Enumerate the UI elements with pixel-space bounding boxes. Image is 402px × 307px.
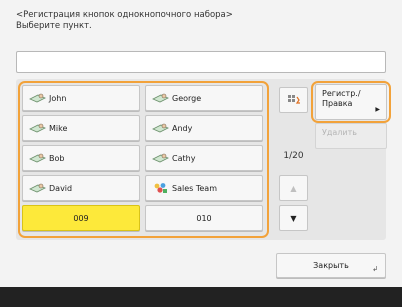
one-touch-label: John <box>49 93 67 103</box>
one-touch-label: Bob <box>49 153 65 163</box>
register-edit-button[interactable]: Регистр./ Правка ▶ <box>315 84 387 120</box>
one-touch-button-9[interactable]: 009 <box>22 205 140 231</box>
one-touch-button-8[interactable]: Sales Team <box>145 175 263 201</box>
triangle-down-icon: ▼ <box>290 213 297 223</box>
one-touch-button-10[interactable]: 010 <box>145 205 263 231</box>
one-touch-button-1[interactable]: John <box>22 85 140 111</box>
person-icon <box>152 123 169 133</box>
group-icon <box>154 183 167 193</box>
sort-icon <box>287 95 300 104</box>
one-touch-label: Andy <box>172 123 193 133</box>
register-edit-label-line2: Правка <box>322 99 353 108</box>
one-touch-label: David <box>49 183 73 193</box>
one-touch-button-3[interactable]: Mike <box>22 115 140 141</box>
page-up-button[interactable]: ▲ <box>279 175 308 201</box>
delete-label: Удалить <box>322 128 357 137</box>
return-icon: ↲ <box>372 265 378 273</box>
one-touch-label: George <box>172 93 202 103</box>
close-label: Закрыть <box>313 261 349 270</box>
one-touch-label: 010 <box>196 213 212 223</box>
one-touch-button-4[interactable]: Andy <box>145 115 263 141</box>
one-touch-label: Mike <box>49 123 68 133</box>
header: <Регистрация кнопок однокнопочного набор… <box>16 10 233 32</box>
triangle-right-icon: ▶ <box>375 106 380 113</box>
person-icon <box>152 93 169 103</box>
one-touch-label: 009 <box>73 213 89 223</box>
person-icon <box>29 153 46 163</box>
one-touch-label: Cathy <box>172 153 196 163</box>
delete-button[interactable]: Удалить <box>315 123 387 149</box>
person-icon <box>152 153 169 163</box>
one-touch-button-6[interactable]: Cathy <box>145 145 263 171</box>
triangle-up-icon: ▲ <box>290 183 297 193</box>
one-touch-button-5[interactable]: Bob <box>22 145 140 171</box>
one-touch-label: Sales Team <box>172 183 217 193</box>
page-indicator: 1/20 <box>283 151 304 161</box>
person-icon <box>29 183 46 193</box>
status-bar <box>0 287 402 307</box>
close-button[interactable]: Закрыть ↲ <box>276 253 386 278</box>
instruction-text: Выберите пункт. <box>16 21 92 31</box>
register-edit-label-line1: Регистр./ <box>322 89 361 98</box>
one-touch-button-7[interactable]: David <box>22 175 140 201</box>
page-down-button[interactable]: ▼ <box>279 205 308 231</box>
screen-title: <Регистрация кнопок однокнопочного набор… <box>16 10 233 20</box>
sort-button[interactable] <box>279 87 308 113</box>
name-input[interactable] <box>16 51 386 73</box>
one-touch-button-2[interactable]: George <box>145 85 263 111</box>
person-icon <box>29 123 46 133</box>
person-icon <box>29 93 46 103</box>
